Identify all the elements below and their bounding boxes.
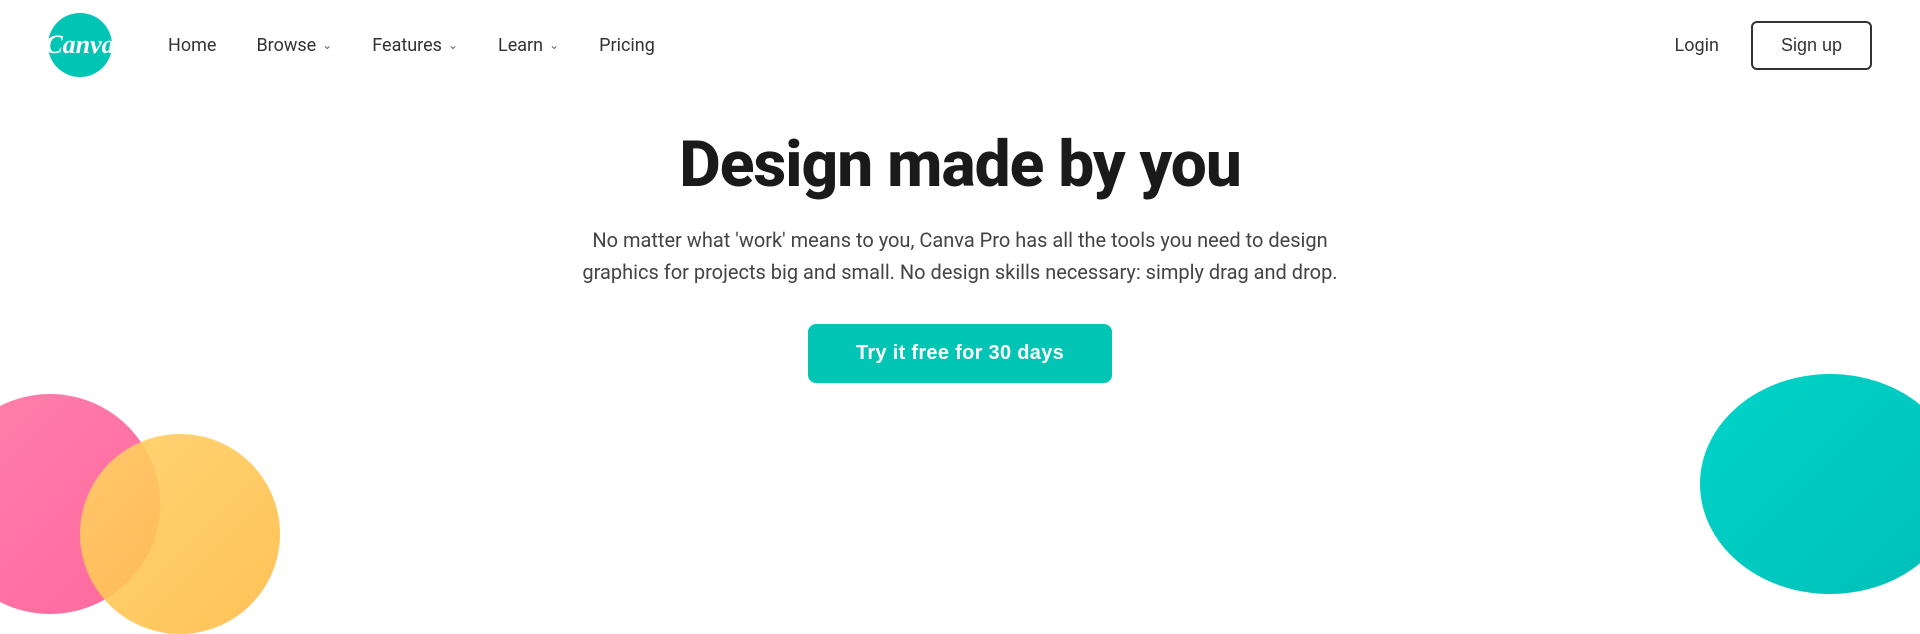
hero-subtitle: No matter what 'work' means to you, Canv… — [570, 224, 1350, 288]
login-button[interactable]: Login — [1659, 27, 1735, 64]
nav-label-features: Features — [372, 35, 442, 56]
nav-item-learn[interactable]: Learn ⌄ — [482, 27, 575, 64]
hero-section: Design made by you No matter what 'work'… — [0, 90, 1920, 403]
circle-yellow — [80, 434, 280, 634]
nav-label-home: Home — [168, 35, 216, 56]
chevron-down-icon: ⌄ — [322, 38, 332, 52]
nav-label-learn: Learn — [498, 35, 543, 56]
signup-button[interactable]: Sign up — [1751, 21, 1872, 70]
nav-links: Home Browse ⌄ Features ⌄ Learn ⌄ Pricing — [152, 27, 1659, 64]
nav-item-browse[interactable]: Browse ⌄ — [240, 27, 348, 64]
hero-title: Design made by you — [679, 130, 1241, 200]
circle-teal-right — [1700, 374, 1920, 594]
chevron-down-icon: ⌄ — [448, 38, 458, 52]
nav-label-pricing: Pricing — [599, 35, 655, 56]
chevron-down-icon: ⌄ — [549, 38, 559, 52]
nav-label-browse: Browse — [256, 35, 316, 56]
logo[interactable]: Canva — [48, 13, 112, 77]
nav-item-features[interactable]: Features ⌄ — [356, 27, 474, 64]
cta-button[interactable]: Try it free for 30 days — [808, 324, 1112, 383]
navbar: Canva Home Browse ⌄ Features ⌄ Learn ⌄ P… — [0, 0, 1920, 90]
nav-item-home[interactable]: Home — [152, 27, 232, 64]
circle-pink — [0, 394, 160, 614]
nav-item-pricing[interactable]: Pricing — [583, 27, 671, 64]
logo-text: Canva — [45, 30, 114, 60]
nav-right: Login Sign up — [1659, 21, 1872, 70]
